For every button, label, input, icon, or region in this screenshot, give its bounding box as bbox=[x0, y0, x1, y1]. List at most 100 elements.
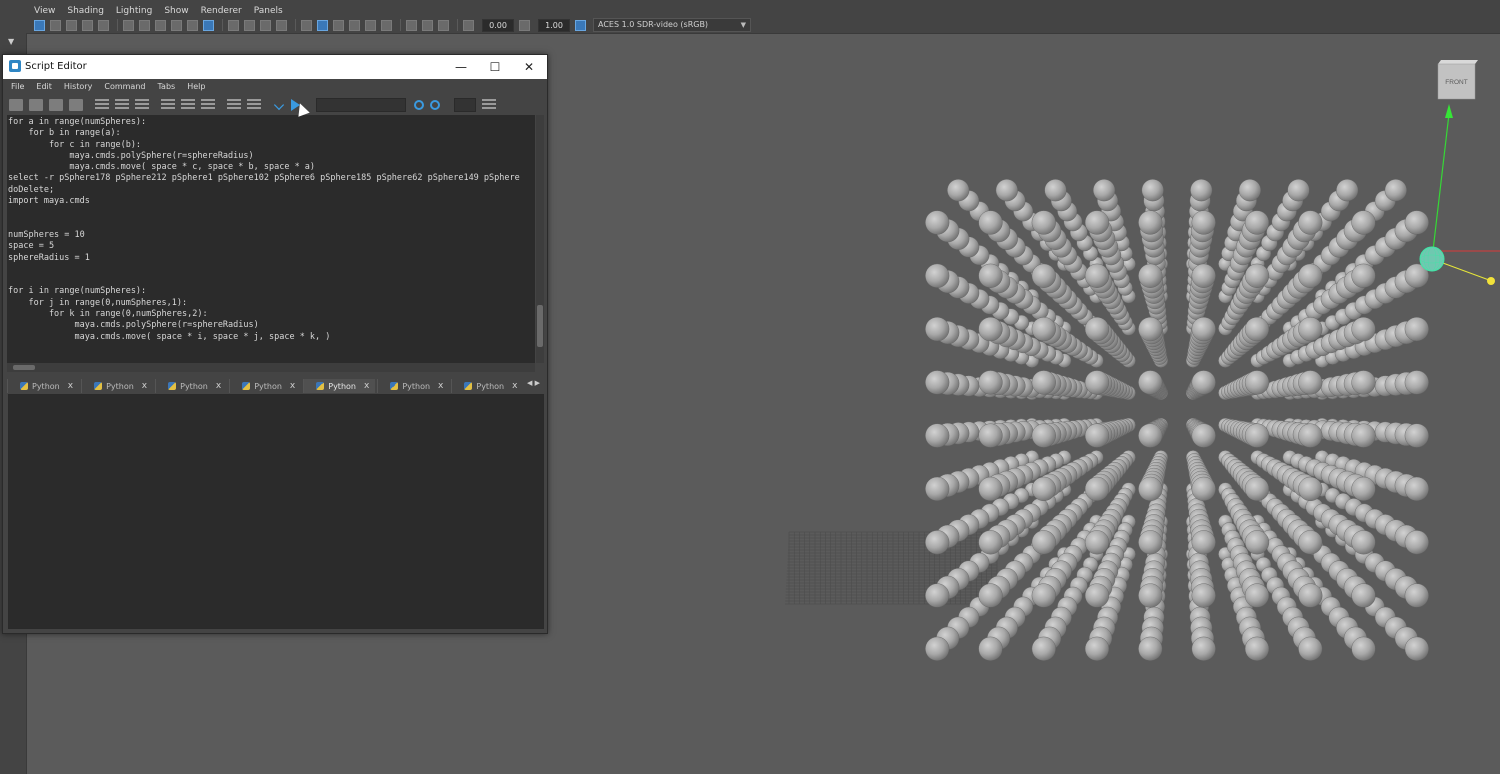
select-camera-icon[interactable] bbox=[34, 19, 45, 31]
anti-aliasing-icon[interactable] bbox=[381, 19, 392, 31]
clear-all-icon[interactable] bbox=[135, 99, 149, 111]
search-icon[interactable] bbox=[414, 100, 424, 110]
sphere[interactable] bbox=[1244, 263, 1270, 288]
clear-input-icon[interactable] bbox=[115, 99, 129, 111]
sphere[interactable] bbox=[1298, 530, 1323, 555]
sphere[interactable] bbox=[978, 476, 1003, 501]
exposure-icon[interactable] bbox=[463, 19, 474, 31]
sphere[interactable] bbox=[1084, 317, 1110, 342]
sphere[interactable] bbox=[1031, 476, 1056, 501]
sphere[interactable] bbox=[925, 636, 950, 661]
film-gate-icon[interactable] bbox=[123, 19, 134, 31]
sphere[interactable] bbox=[1244, 370, 1270, 395]
tab-python[interactable]: Python x bbox=[229, 379, 301, 393]
two-d-pan-icon[interactable] bbox=[98, 19, 109, 31]
panel-menu-lighting[interactable]: Lighting bbox=[116, 5, 152, 17]
sphere[interactable] bbox=[1351, 210, 1376, 235]
sphere[interactable] bbox=[978, 636, 1003, 661]
script-editor-titlebar[interactable]: Script Editor — ☐ ✕ bbox=[3, 55, 547, 79]
sphere[interactable] bbox=[995, 179, 1018, 202]
execute-selected-icon[interactable] bbox=[273, 99, 285, 111]
sphere[interactable] bbox=[1031, 636, 1056, 661]
sphere[interactable] bbox=[1351, 530, 1376, 555]
sphere[interactable] bbox=[1190, 179, 1213, 202]
panel-menu-show[interactable]: Show bbox=[164, 5, 188, 17]
sphere[interactable] bbox=[1244, 530, 1270, 555]
smooth-shade-icon[interactable] bbox=[244, 19, 255, 31]
sphere[interactable] bbox=[1351, 263, 1376, 288]
tab-python[interactable]: Python x bbox=[303, 379, 376, 393]
sphere[interactable] bbox=[1031, 423, 1056, 448]
search-next-icon[interactable] bbox=[430, 100, 440, 110]
sphere[interactable] bbox=[1351, 583, 1376, 608]
sphere[interactable] bbox=[925, 317, 950, 342]
color-space-dropdown[interactable]: ACES 1.0 SDR-video (sRGB) ▼ bbox=[593, 18, 751, 32]
sphere[interactable] bbox=[1404, 423, 1429, 448]
sphere[interactable] bbox=[1084, 476, 1110, 501]
tab-python[interactable]: Python x bbox=[7, 379, 79, 393]
maximize-button[interactable]: ☐ bbox=[480, 57, 510, 77]
sphere[interactable] bbox=[947, 179, 970, 202]
sphere[interactable] bbox=[1191, 423, 1216, 448]
sphere[interactable] bbox=[1244, 210, 1270, 235]
source-script-icon[interactable] bbox=[29, 99, 43, 111]
menu-tabs[interactable]: Tabs bbox=[157, 80, 175, 94]
manipulator-center-sphere-icon[interactable] bbox=[1419, 246, 1445, 272]
sphere[interactable] bbox=[1138, 530, 1163, 555]
tab-close-icon[interactable]: x bbox=[512, 381, 517, 391]
sphere[interactable] bbox=[1138, 476, 1163, 501]
save-script-icon[interactable] bbox=[49, 99, 63, 111]
xray-icon[interactable] bbox=[301, 19, 312, 31]
sphere[interactable] bbox=[1351, 636, 1376, 661]
sphere[interactable] bbox=[1298, 583, 1323, 608]
sphere[interactable] bbox=[1084, 370, 1110, 395]
sphere-array[interactable] bbox=[925, 179, 1429, 661]
sphere[interactable] bbox=[1298, 636, 1323, 661]
tab-python[interactable]: Python x bbox=[377, 379, 449, 393]
menu-edit[interactable]: Edit bbox=[36, 80, 52, 94]
sphere[interactable] bbox=[1031, 583, 1056, 608]
sphere[interactable] bbox=[1404, 370, 1429, 395]
clear-history-icon[interactable] bbox=[95, 99, 109, 111]
sphere[interactable] bbox=[1351, 423, 1376, 448]
view-cube[interactable]: FRONT bbox=[1437, 60, 1478, 100]
tab-close-icon[interactable]: x bbox=[438, 381, 443, 391]
sphere[interactable] bbox=[1138, 583, 1163, 608]
sphere[interactable] bbox=[1404, 476, 1429, 501]
sphere[interactable] bbox=[1138, 636, 1163, 661]
sphere[interactable] bbox=[1031, 370, 1056, 395]
horizontal-scrollbar[interactable] bbox=[7, 363, 535, 372]
sphere[interactable] bbox=[925, 476, 950, 501]
view-cube-top[interactable] bbox=[1438, 60, 1478, 64]
xray-active-icon[interactable] bbox=[438, 19, 449, 31]
move-manipulator[interactable] bbox=[1419, 104, 1500, 285]
sphere[interactable] bbox=[1298, 423, 1323, 448]
sphere[interactable] bbox=[978, 263, 1003, 288]
collapse-arrow-icon[interactable]: ▼ bbox=[8, 37, 14, 46]
sphere[interactable] bbox=[1084, 210, 1110, 235]
sphere[interactable] bbox=[1031, 317, 1056, 342]
tab-close-icon[interactable]: x bbox=[142, 381, 147, 391]
panel-menu-view[interactable]: View bbox=[34, 5, 55, 17]
sphere[interactable] bbox=[1404, 210, 1429, 235]
sphere[interactable] bbox=[925, 210, 950, 235]
menu-help[interactable]: Help bbox=[187, 80, 205, 94]
sphere[interactable] bbox=[925, 530, 950, 555]
search-input[interactable] bbox=[316, 98, 406, 112]
save-to-shelf-icon[interactable] bbox=[69, 99, 83, 111]
exposure-field[interactable]: 0.00 bbox=[482, 18, 514, 32]
resolution-gate-icon[interactable] bbox=[139, 19, 150, 31]
sphere[interactable] bbox=[1244, 317, 1270, 342]
show-input-icon[interactable] bbox=[181, 99, 195, 111]
menu-file[interactable]: File bbox=[11, 80, 24, 94]
sphere[interactable] bbox=[1384, 179, 1407, 202]
sphere[interactable] bbox=[925, 423, 950, 448]
sphere[interactable] bbox=[1138, 317, 1163, 342]
xray-joints-icon[interactable] bbox=[422, 19, 433, 31]
open-script-icon[interactable] bbox=[9, 99, 23, 111]
show-both-icon[interactable] bbox=[201, 99, 215, 111]
echo-commands-icon[interactable] bbox=[227, 99, 241, 111]
menu-history[interactable]: History bbox=[64, 80, 92, 94]
sphere[interactable] bbox=[1298, 476, 1323, 501]
sphere[interactable] bbox=[1298, 370, 1323, 395]
